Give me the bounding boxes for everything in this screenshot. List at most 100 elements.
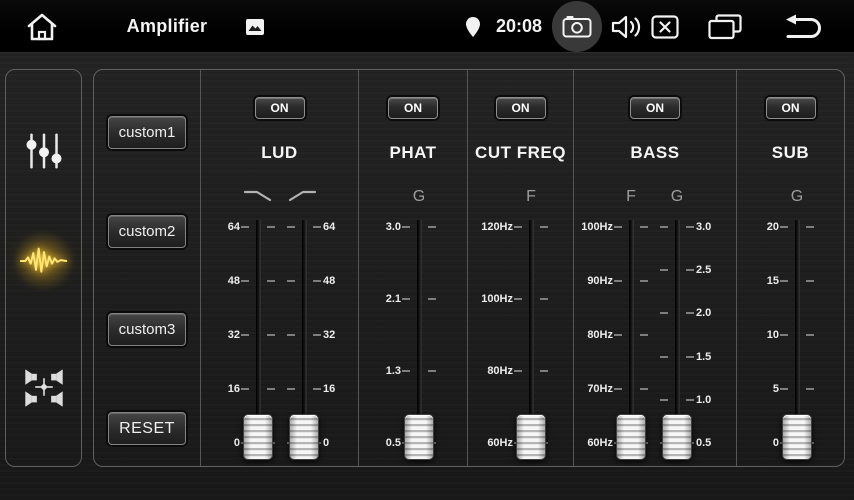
- tick-mark: [514, 298, 522, 300]
- amplifier-panel: custom1 custom2 custom3 RESET ONLUD64483…: [93, 69, 845, 467]
- preset-custom3-button[interactable]: custom3: [108, 313, 186, 346]
- tick-mark: [614, 388, 622, 390]
- close-app-button[interactable]: [650, 0, 680, 53]
- cut_freq-on-button[interactable]: ON: [496, 97, 546, 119]
- tick-mark: [514, 226, 522, 228]
- tick-mark: [660, 269, 668, 271]
- tick-label: 80Hz: [569, 328, 613, 342]
- tick-mark: [241, 226, 249, 228]
- lud-slider-thumb-0[interactable]: [243, 414, 273, 460]
- tick-label: 90Hz: [569, 274, 613, 288]
- preset-custom1-button[interactable]: custom1: [108, 116, 186, 149]
- phat-slider-thumb-0[interactable]: [404, 414, 434, 460]
- tick-label: 0.5: [357, 436, 401, 450]
- tick-mark: [287, 334, 295, 336]
- tick-mark: [640, 280, 648, 282]
- tick-mark: [686, 399, 694, 401]
- bass-slider-thumb-0[interactable]: [616, 414, 646, 460]
- tick-mark: [402, 226, 410, 228]
- tick-mark: [660, 226, 668, 228]
- tick-mark: [267, 280, 275, 282]
- cut_freq-slider-thumb-0[interactable]: [516, 414, 546, 460]
- tick-label: 0: [196, 436, 240, 450]
- bass-on-button[interactable]: ON: [630, 97, 680, 119]
- tick-mark: [660, 356, 668, 358]
- tick-mark: [287, 388, 295, 390]
- tick-label: 60Hz: [469, 436, 513, 450]
- preset-custom2-button[interactable]: custom2: [108, 215, 186, 248]
- sidebar-item-sound-effects[interactable]: [20, 237, 68, 285]
- sidebar-item-speaker-balance[interactable]: [20, 363, 68, 411]
- tick-mark: [402, 370, 410, 372]
- phat-on-button[interactable]: ON: [388, 97, 438, 119]
- tick-mark: [313, 334, 321, 336]
- tick-label: 1.3: [357, 364, 401, 378]
- tick-label: 1.5: [696, 350, 740, 364]
- lud-on-button[interactable]: ON: [255, 97, 305, 119]
- gallery-button[interactable]: [243, 0, 267, 53]
- tick-mark: [686, 356, 694, 358]
- tick-mark: [780, 226, 788, 228]
- speaker-balance-icon: [22, 365, 66, 409]
- equalizer-sliders-icon: [24, 131, 64, 171]
- tick-mark: [660, 312, 668, 314]
- location-icon: [465, 16, 481, 38]
- tick-mark: [614, 334, 622, 336]
- tick-mark: [313, 226, 321, 228]
- tick-mark: [806, 280, 814, 282]
- tick-label: 64: [196, 220, 240, 234]
- tick-mark: [287, 280, 295, 282]
- tick-mark: [640, 388, 648, 390]
- tick-mark: [640, 226, 648, 228]
- tick-mark: [241, 280, 249, 282]
- tick-mark: [428, 298, 436, 300]
- recent-apps-button[interactable]: [706, 0, 744, 53]
- reset-button[interactable]: RESET: [108, 412, 186, 445]
- tick-mark: [267, 388, 275, 390]
- tick-mark: [241, 388, 249, 390]
- sidebar-item-equalizer[interactable]: [20, 127, 68, 175]
- volume-icon: [610, 13, 644, 41]
- tick-label: 60Hz: [569, 436, 613, 450]
- tick-mark: [241, 334, 249, 336]
- tick-label: 100Hz: [469, 292, 513, 306]
- tick-label: 3.0: [357, 220, 401, 234]
- tick-mark: [267, 334, 275, 336]
- sub-on-button[interactable]: ON: [766, 97, 816, 119]
- home-icon: [24, 10, 60, 44]
- close-window-icon: [651, 15, 679, 39]
- bass-slider-thumb-1[interactable]: [662, 414, 692, 460]
- tick-mark: [614, 226, 622, 228]
- tick-label: 2.5: [696, 263, 740, 277]
- gallery-icon: [245, 18, 265, 36]
- tick-mark: [614, 280, 622, 282]
- tick-mark: [686, 226, 694, 228]
- home-button[interactable]: [22, 0, 62, 53]
- channel-title: SUB: [737, 143, 844, 163]
- slider-band-label: F: [509, 188, 553, 206]
- tick-mark: [540, 370, 548, 372]
- tick-mark: [806, 334, 814, 336]
- tick-label: 15: [735, 274, 779, 288]
- treble-cut-curve-icon: [243, 187, 273, 203]
- tick-mark: [686, 312, 694, 314]
- tick-label: 20: [735, 220, 779, 234]
- lud-slider-thumb-1[interactable]: [289, 414, 319, 460]
- tick-label: 10: [735, 328, 779, 342]
- slider-band-label: G: [775, 188, 819, 206]
- tick-mark: [660, 399, 668, 401]
- tick-mark: [287, 226, 295, 228]
- back-button[interactable]: [782, 0, 826, 53]
- sub-slider-thumb-0[interactable]: [782, 414, 812, 460]
- tick-mark: [267, 226, 275, 228]
- tick-label: 16: [196, 382, 240, 396]
- slider-band-label: F: [609, 188, 653, 206]
- tick-label: 2.0: [696, 306, 740, 320]
- tick-mark: [540, 226, 548, 228]
- back-icon: [784, 14, 824, 40]
- volume-button[interactable]: [608, 0, 646, 53]
- camera-button[interactable]: [552, 1, 602, 52]
- tick-label: 3.0: [696, 220, 740, 234]
- tick-label: 100Hz: [569, 220, 613, 234]
- channel-title: CUT FREQ: [468, 143, 573, 163]
